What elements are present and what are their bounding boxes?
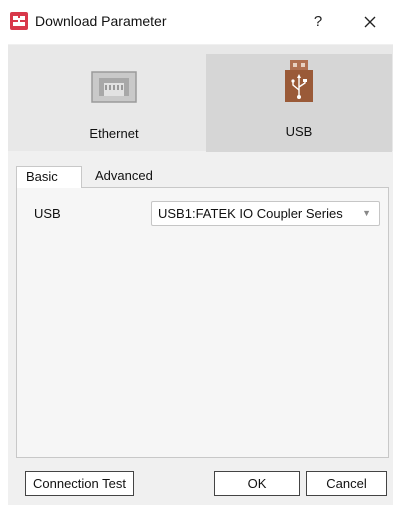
connection-usb[interactable]: USB	[206, 54, 392, 152]
close-button[interactable]	[356, 10, 384, 34]
title-bar[interactable]: Download Parameter ?	[0, 0, 393, 44]
connection-test-button[interactable]: Connection Test	[25, 471, 134, 496]
tab-basic[interactable]: Basic	[16, 166, 82, 188]
chevron-down-icon: ▼	[362, 208, 371, 218]
tab-content-basic	[16, 187, 389, 458]
window-title: Download Parameter	[35, 13, 167, 29]
close-icon	[364, 16, 376, 28]
connection-usb-label: USB	[285, 124, 313, 139]
tab-advanced[interactable]: Advanced	[86, 166, 172, 188]
help-button[interactable]: ?	[306, 11, 330, 33]
ethernet-icon	[91, 71, 137, 103]
cancel-button[interactable]: Cancel	[306, 471, 387, 496]
app-icon	[10, 12, 28, 30]
ok-button[interactable]: OK	[214, 471, 300, 496]
usb-icon	[285, 60, 313, 102]
usb-port-label: USB	[34, 206, 61, 221]
usb-port-select[interactable]: USB1:FATEK IO Coupler Series ▼	[151, 201, 380, 226]
usb-port-value: USB1:FATEK IO Coupler Series	[158, 206, 343, 221]
connection-ethernet-label: Ethernet	[89, 126, 139, 141]
connection-ethernet[interactable]: Ethernet	[24, 56, 204, 152]
